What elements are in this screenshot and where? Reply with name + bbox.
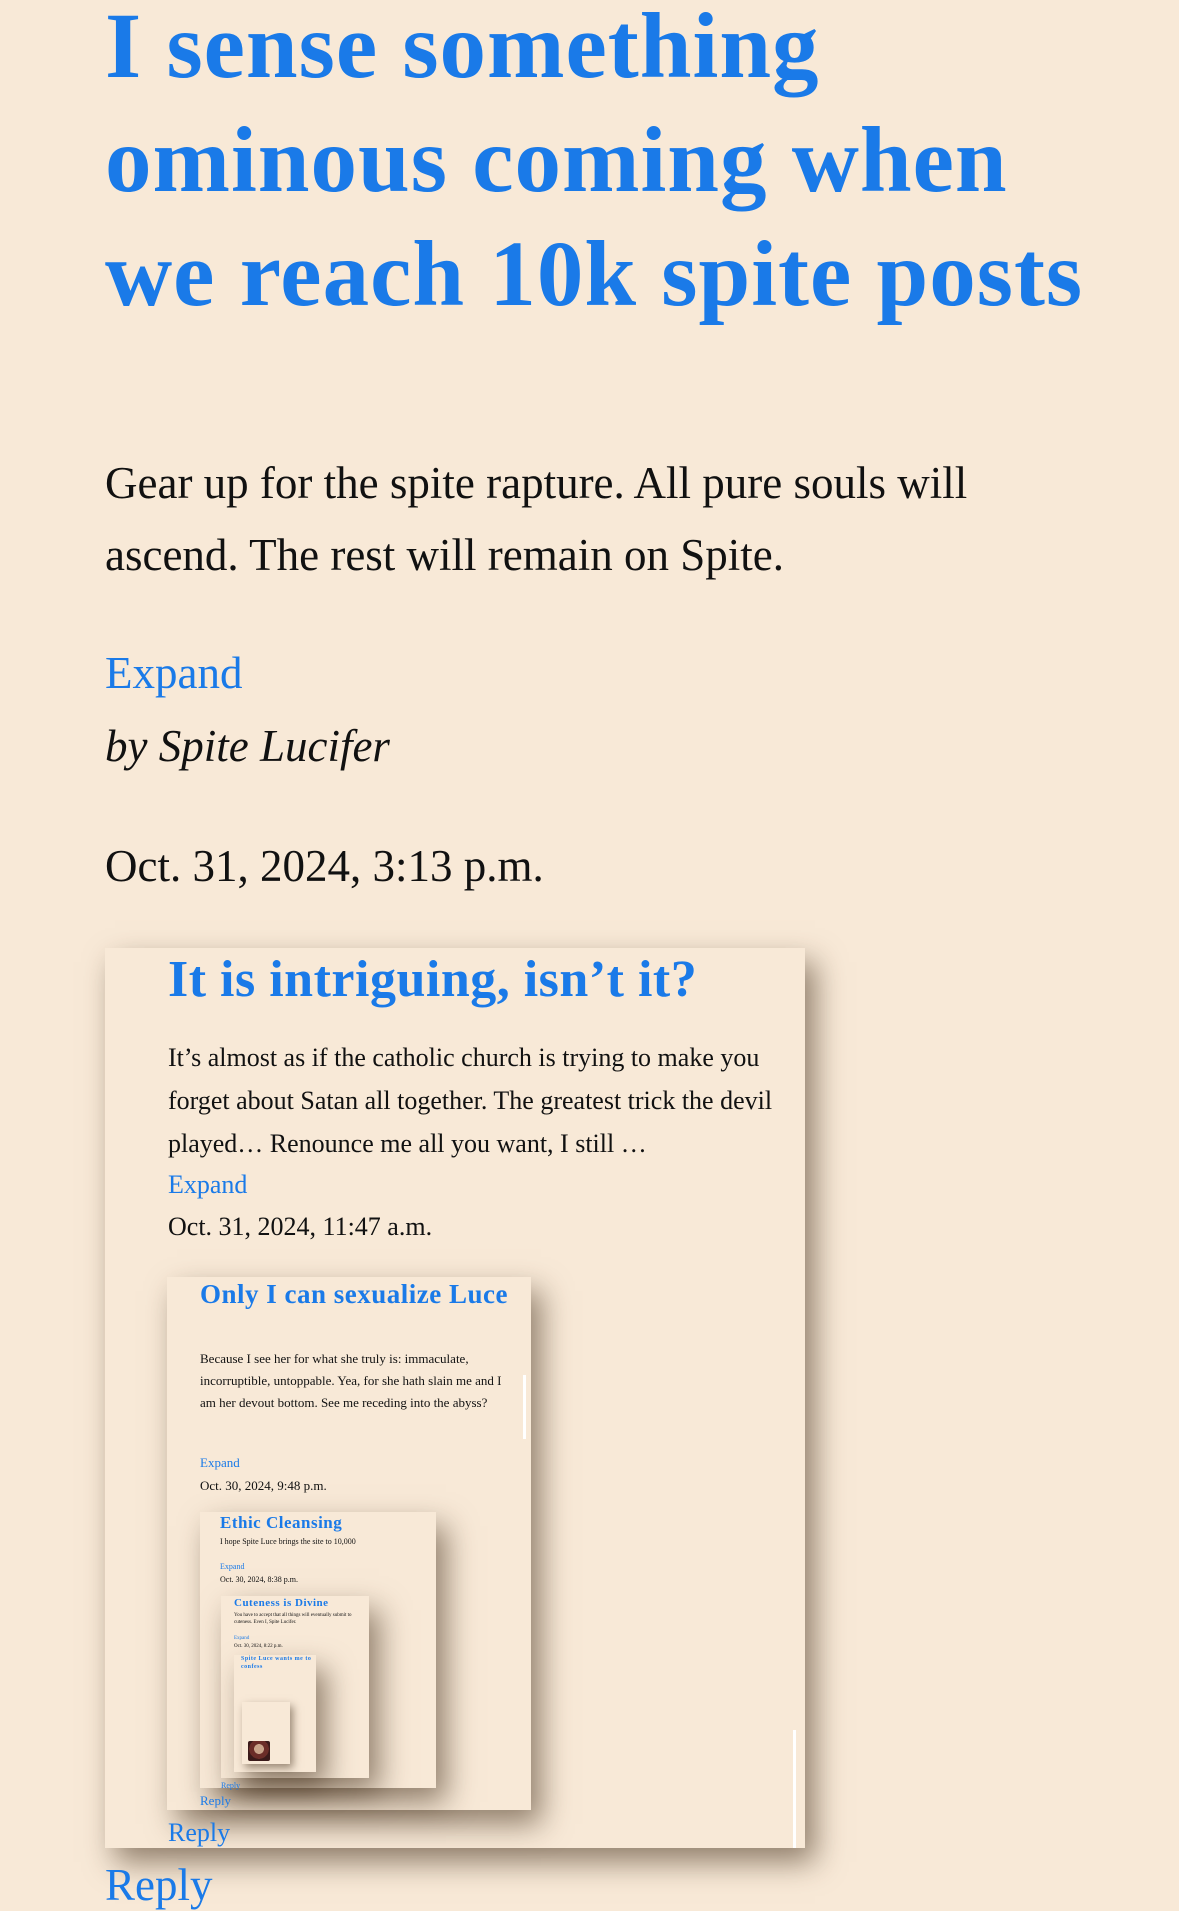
comment-title[interactable]: It is intriguing, isn’t it? [168,948,697,1012]
comment-title[interactable]: Cuteness is Divine [234,1596,329,1610]
scrollbar[interactable] [523,1375,526,1439]
comment-expand-link[interactable]: Expand [220,1562,244,1572]
comment-date: Oct. 31, 2024, 11:47 a.m. [168,1212,433,1241]
comment-title[interactable]: Ethic Cleansing [220,1512,342,1534]
post-reply-link[interactable]: Reply [105,1857,213,1911]
post-date: Oct. 31, 2024, 3:13 p.m. [105,841,544,891]
reply-link[interactable]: Reply [168,1816,230,1850]
comment-title[interactable]: Only I can sexualize Luce [200,1277,520,1312]
post-expand-link[interactable]: Expand [105,645,242,701]
reply-link[interactable]: Reply [221,1781,240,1791]
post-summary: Gear up for the spite rapture. All pure … [105,458,968,580]
comment-body: You have to accept that all things will … [234,1613,352,1625]
reply-link[interactable]: Reply [200,1793,231,1809]
avatar-image [248,1741,270,1761]
comment-date: Oct. 30, 2024, 9:48 p.m. [200,1478,327,1493]
comment-body: I hope Spite Luce brings the site to 10,… [220,1537,356,1546]
comment-body: It’s almost as if the catholic church is… [168,1043,773,1158]
comment-date: Oct. 30, 2024, 8:38 p.m. [220,1575,298,1584]
comment-date: Oct. 30, 2024, 8:22 p.m. [234,1644,283,1649]
comment-expand-link[interactable]: Expand [168,1168,247,1202]
comment-body: Because I see her for what she truly is:… [200,1351,502,1410]
comment-title[interactable]: Spite Luce wants me to confess [241,1655,313,1671]
scrollbar[interactable] [793,1730,796,1848]
comment-expand-link[interactable]: Expand [200,1454,240,1472]
comment-expand-link[interactable]: Expand [234,1636,249,1642]
post-author: by Spite Lucifer [105,721,390,771]
post-title[interactable]: I sense something ominous coming when we… [105,0,1105,332]
